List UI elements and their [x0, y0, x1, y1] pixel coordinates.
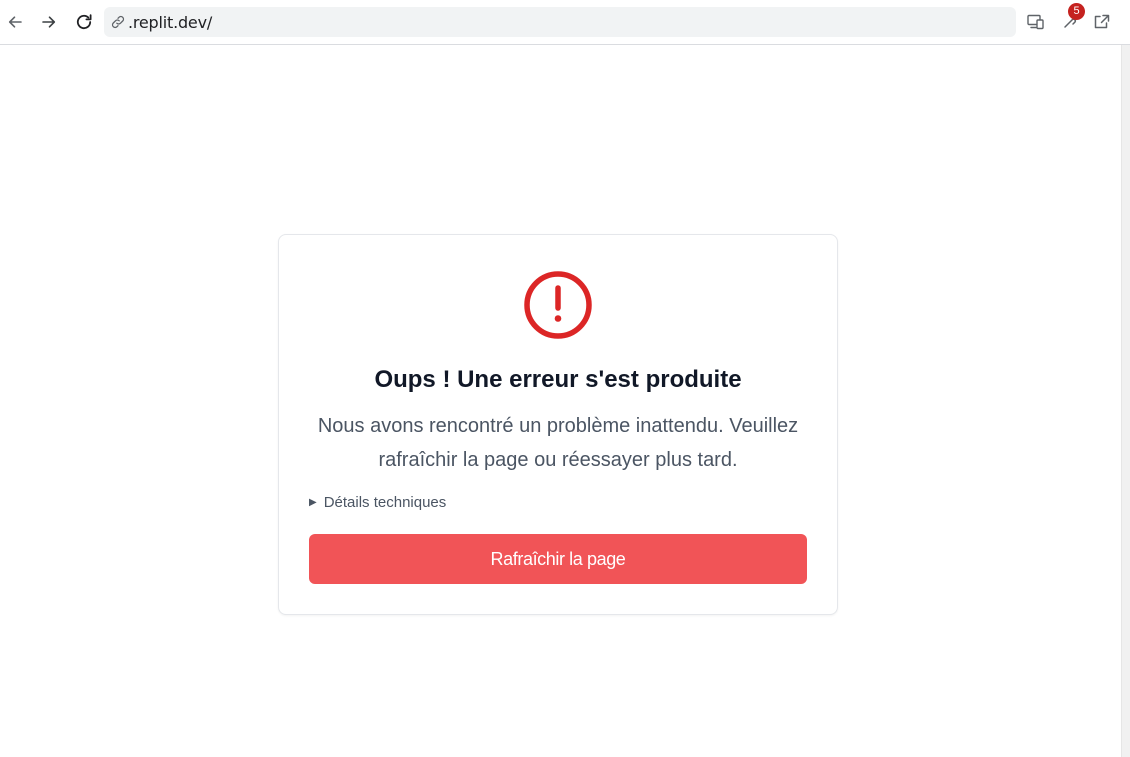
- error-title: Oups ! Une erreur s'est produite: [374, 366, 742, 393]
- external-link-icon: [1094, 14, 1110, 29]
- link-icon: [110, 14, 126, 30]
- technical-details-label: Détails techniques: [323, 494, 447, 511]
- url-text: .replit.dev/: [128, 12, 213, 32]
- technical-details-toggle[interactable]: ▶ Détails techniques: [309, 494, 446, 511]
- open-external-button[interactable]: [1088, 8, 1116, 36]
- arrow-right-icon: [42, 16, 56, 28]
- error-message: Nous avons rencontré un problème inatten…: [317, 415, 799, 471]
- extensions-button[interactable]: 5: [1056, 3, 1085, 36]
- extensions-badge: 5: [1068, 3, 1085, 20]
- address-bar[interactable]: .replit.dev/: [104, 7, 1016, 37]
- reload-button[interactable]: [70, 8, 98, 36]
- page-scrollbar[interactable]: [1121, 45, 1130, 757]
- disclosure-triangle-icon: ▶: [309, 497, 317, 508]
- reload-icon: [76, 14, 92, 30]
- devices-icon: [1027, 14, 1044, 30]
- refresh-page-button[interactable]: Rafraîchir la page: [309, 534, 807, 584]
- exclamation-circle-icon: [523, 270, 593, 340]
- error-card: Oups ! Une erreur s'est produite Nous av…: [278, 234, 838, 615]
- forward-button[interactable]: [35, 8, 63, 36]
- arrow-left-icon: [8, 16, 22, 28]
- devices-button[interactable]: [1022, 8, 1050, 36]
- browser-toolbar: .replit.dev/ 5: [0, 0, 1130, 45]
- back-button[interactable]: [1, 8, 29, 36]
